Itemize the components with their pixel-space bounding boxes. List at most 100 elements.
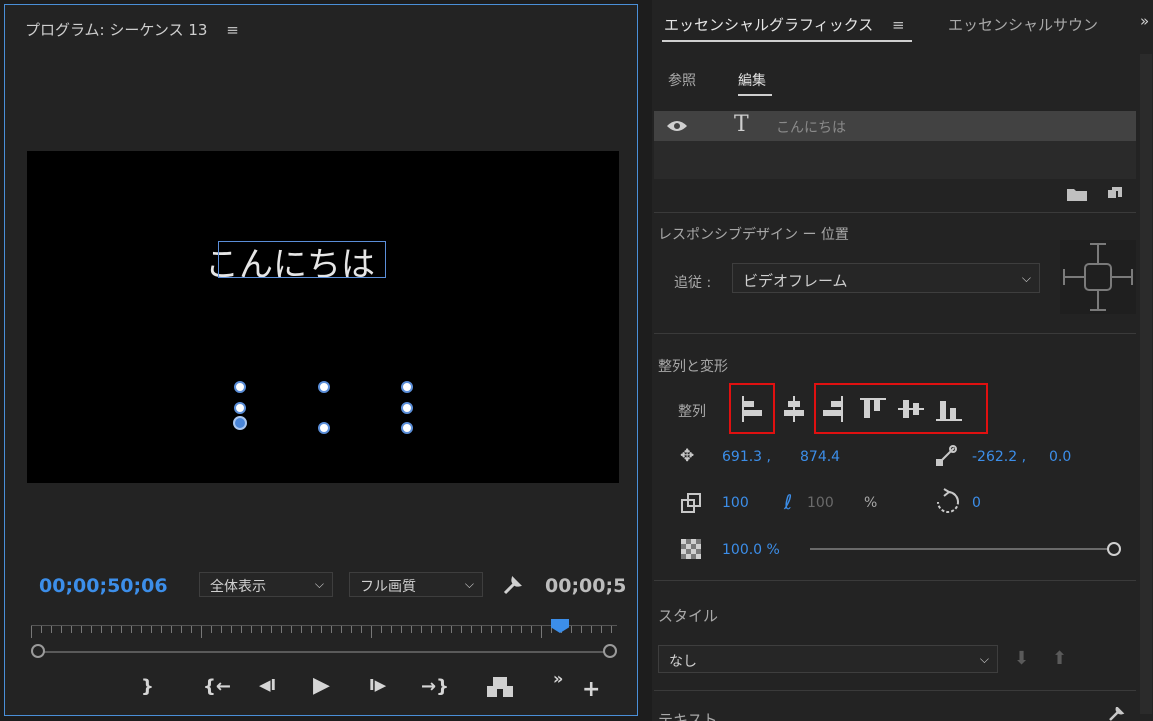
- resize-handle-bottom-right[interactable]: [401, 422, 413, 434]
- resize-handle-top[interactable]: [318, 381, 330, 393]
- ruler-tick: [61, 626, 62, 633]
- section-divider: [654, 690, 1136, 691]
- subtab-edit[interactable]: 編集: [738, 70, 766, 90]
- anchor-point-icon[interactable]: [233, 416, 247, 430]
- quality-select-value: フル画質: [360, 579, 416, 595]
- anchor-y-value[interactable]: 0.0: [1049, 449, 1071, 465]
- align-label: 整列: [678, 404, 706, 420]
- style-title: スタイル: [658, 607, 719, 625]
- go-to-in-button[interactable]: {←: [203, 676, 231, 697]
- pin-to-edges-widget[interactable]: [1060, 240, 1136, 314]
- ruler-tick: [151, 626, 152, 633]
- chevron-down-icon: ⌵: [1021, 271, 1031, 285]
- wrench-icon[interactable]: [1108, 707, 1128, 721]
- resize-handle-top-right[interactable]: [401, 381, 413, 393]
- time-ruler[interactable]: [31, 625, 617, 639]
- ruler-tick: [431, 626, 432, 633]
- anchor-x-value[interactable]: -262.2 ,: [972, 449, 1026, 465]
- panel-menu-icon[interactable]: ≡: [892, 16, 905, 34]
- layer-name[interactable]: こんにちは: [776, 117, 846, 137]
- align-transform-title: 整列と変形: [658, 359, 728, 375]
- step-forward-button[interactable]: I▶: [369, 676, 386, 694]
- eye-icon[interactable]: [666, 119, 688, 133]
- new-layer-icon[interactable]: [1106, 185, 1124, 203]
- opacity-slider-knob[interactable]: [1107, 542, 1121, 556]
- layer-row[interactable]: T こんにちは: [654, 111, 1136, 141]
- program-title-text: プログラム: シーケンス 13: [25, 21, 208, 39]
- zoom-scroll-bar[interactable]: [39, 651, 611, 653]
- layer-list-empty-area[interactable]: [654, 141, 1136, 179]
- ruler-tick: [201, 626, 202, 638]
- essential-graphics-panel: エッセンシャルグラフィックス ≡ エッセンシャルサウン » 参照 編集 T こん…: [652, 0, 1153, 721]
- scale-unit: %: [864, 495, 878, 511]
- program-monitor-title[interactable]: プログラム: シーケンス 13 ≡: [25, 19, 239, 40]
- follow-select-value: ビデオフレーム: [743, 272, 848, 290]
- ruler-tick: [411, 626, 412, 633]
- align-left-icon[interactable]: [739, 396, 765, 422]
- resize-handle-right[interactable]: [401, 402, 413, 414]
- ruler-tick: [221, 626, 222, 633]
- tab-essential-sound[interactable]: エッセンシャルサウン: [948, 14, 1102, 35]
- ruler-tick: [451, 626, 452, 633]
- more-controls-icon[interactable]: »: [553, 669, 563, 688]
- align-top-icon[interactable]: [860, 396, 886, 422]
- ruler-tick: [491, 626, 492, 633]
- ruler-tick: [531, 626, 532, 633]
- resize-handle-top-left[interactable]: [234, 381, 246, 393]
- align-right-icon[interactable]: [820, 396, 846, 422]
- position-y-value[interactable]: 874.4: [800, 449, 840, 465]
- rotation-value[interactable]: 0: [972, 495, 981, 511]
- go-to-out-button[interactable]: →}: [421, 676, 449, 697]
- opacity-slider-track[interactable]: [810, 548, 1114, 550]
- ruler-tick: [31, 626, 32, 638]
- ruler-tick: [281, 626, 282, 633]
- scrollbar[interactable]: [1140, 54, 1152, 714]
- align-vertical-center-icon[interactable]: [898, 396, 924, 422]
- ruler-tick: [441, 626, 442, 633]
- subtab-browse[interactable]: 参照: [668, 70, 696, 90]
- ruler-tick: [601, 626, 602, 633]
- zoom-scroll-right-handle[interactable]: [603, 644, 617, 658]
- duration-timecode: 00;00;5: [545, 575, 627, 597]
- opacity-value[interactable]: 100.0 %: [722, 542, 780, 558]
- ruler-tick: [541, 626, 542, 638]
- ruler-tick: [101, 626, 102, 633]
- link-icon[interactable]: ℓ: [784, 490, 792, 514]
- scale-value[interactable]: 100: [722, 495, 749, 511]
- ruler-tick: [391, 626, 392, 633]
- overflow-tabs-icon[interactable]: »: [1140, 12, 1149, 30]
- active-tab-indicator: [662, 40, 912, 42]
- ruler-tick: [311, 626, 312, 633]
- chevron-down-icon: ⌵: [314, 577, 324, 591]
- style-select[interactable]: なし ⌵: [658, 645, 998, 673]
- mark-out-button[interactable]: }: [141, 676, 154, 697]
- tab-essential-graphics[interactable]: エッセンシャルグラフィックス ≡: [664, 14, 905, 35]
- align-horizontal-center-icon[interactable]: [781, 396, 807, 422]
- resize-handle-bottom[interactable]: [318, 422, 330, 434]
- position-x-value[interactable]: 691.3 ,: [722, 449, 771, 465]
- push-down-arrow-icon[interactable]: ⬇: [1014, 648, 1029, 669]
- text-bounding-box[interactable]: [218, 241, 386, 278]
- resize-handle-left[interactable]: [234, 402, 246, 414]
- play-button[interactable]: ▶: [313, 673, 330, 698]
- add-button[interactable]: +: [582, 677, 600, 702]
- folder-icon[interactable]: [1066, 186, 1088, 202]
- export-frame-icon[interactable]: [485, 675, 515, 699]
- push-up-arrow-icon[interactable]: ⬆: [1052, 648, 1067, 669]
- follow-select[interactable]: ビデオフレーム ⌵: [732, 263, 1040, 293]
- step-back-button[interactable]: ◀I: [259, 676, 276, 694]
- current-timecode[interactable]: 00;00;50;06: [39, 575, 168, 597]
- ruler-tick: [321, 626, 322, 633]
- panel-menu-icon[interactable]: ≡: [226, 21, 239, 39]
- ruler-tick: [171, 626, 172, 633]
- section-divider: [654, 212, 1136, 213]
- zoom-scroll-left-handle[interactable]: [31, 644, 45, 658]
- ruler-tick: [591, 626, 592, 633]
- quality-select[interactable]: フル画質 ⌵: [349, 572, 483, 597]
- align-bottom-icon[interactable]: [936, 396, 962, 422]
- wrench-icon[interactable]: [501, 573, 525, 597]
- zoom-select[interactable]: 全体表示 ⌵: [199, 572, 333, 597]
- ruler-tick: [191, 626, 192, 633]
- ruler-tick: [331, 626, 332, 633]
- ruler-tick: [371, 626, 372, 638]
